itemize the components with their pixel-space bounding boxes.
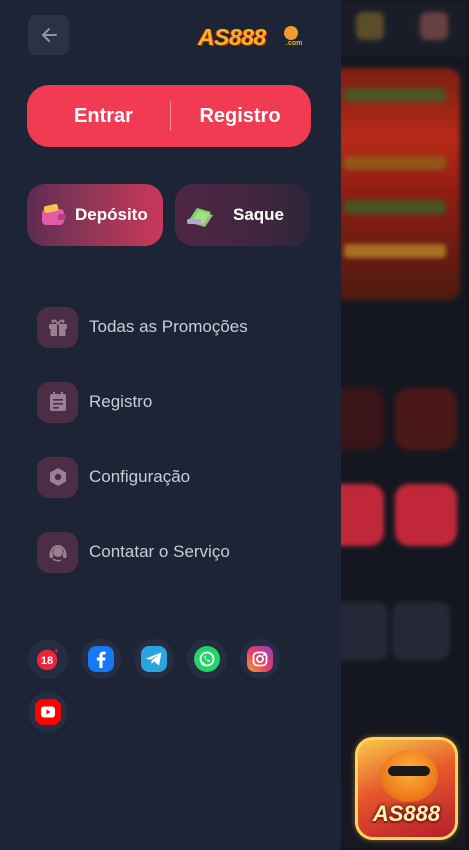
menu-label: Todas as Promoções: [89, 317, 248, 336]
record-list-icon: [37, 381, 78, 423]
deposit-label: Depósito: [75, 205, 148, 224]
withdraw-button[interactable]: Saque: [175, 184, 310, 246]
tiger-mascot-icon: [380, 750, 438, 802]
background-card: [392, 602, 450, 660]
social-whatsapp[interactable]: [187, 639, 227, 679]
age-18-plus-icon: 18 +: [35, 645, 61, 672]
logo-mascot-icon: [284, 26, 298, 40]
sunglasses-icon: [388, 766, 430, 776]
promo-brand-text: AS888: [372, 801, 441, 826]
withdraw-label: Saque: [233, 205, 285, 224]
svg-text:+: +: [54, 645, 59, 655]
background-icon: [356, 12, 384, 40]
youtube-icon: [35, 699, 61, 725]
telegram-icon: [141, 646, 167, 672]
menu-item-promotions[interactable]: Todas as Promoções: [37, 306, 327, 348]
background-game-tile: [395, 388, 457, 450]
headset-icon: [37, 531, 78, 573]
background-game-tile: [395, 484, 457, 546]
menu-label: Configuração: [89, 467, 191, 486]
deposit-button[interactable]: Depósito: [27, 184, 163, 246]
social-youtube[interactable]: [28, 692, 68, 732]
social-telegram[interactable]: [134, 639, 174, 679]
brand-logo: AS888 .com: [198, 24, 310, 52]
side-drawer: AS888 .com Entrar Registro Depósito Saqu…: [0, 0, 341, 850]
menu-label: Registro: [89, 392, 153, 411]
logo-text: AS888: [198, 24, 266, 50]
whatsapp-icon: [194, 646, 220, 672]
social-18-plus[interactable]: 18 +: [28, 639, 68, 679]
back-button[interactable]: [28, 15, 69, 55]
arrow-left-icon: [41, 28, 57, 42]
social-instagram[interactable]: [240, 639, 280, 679]
register-button[interactable]: Registro: [171, 85, 309, 147]
wallet-icon: [39, 200, 69, 230]
menu-item-settings[interactable]: Configuração: [37, 456, 327, 498]
background-banner: [330, 68, 460, 300]
background-topbar: [340, 0, 469, 56]
drawer-menu: Todas as Promoções Registro Configuração…: [37, 306, 327, 606]
instagram-icon: [247, 646, 273, 672]
menu-label: Contatar o Serviço: [89, 542, 230, 561]
cash-icon: [185, 200, 215, 230]
menu-item-records[interactable]: Registro: [37, 381, 327, 423]
social-facebook[interactable]: [81, 639, 121, 679]
facebook-icon: [88, 646, 114, 672]
background-icon: [420, 12, 448, 40]
menu-item-support[interactable]: Contatar o Serviço: [37, 531, 327, 573]
logo-domain: .com: [286, 40, 303, 47]
gift-icon: [37, 306, 78, 348]
login-button[interactable]: Entrar: [27, 85, 170, 147]
auth-bar: Entrar Registro: [27, 85, 311, 147]
promo-floating-widget[interactable]: AS888: [355, 737, 458, 840]
settings-hexagon-icon: [37, 456, 78, 498]
svg-text:18: 18: [41, 655, 53, 667]
